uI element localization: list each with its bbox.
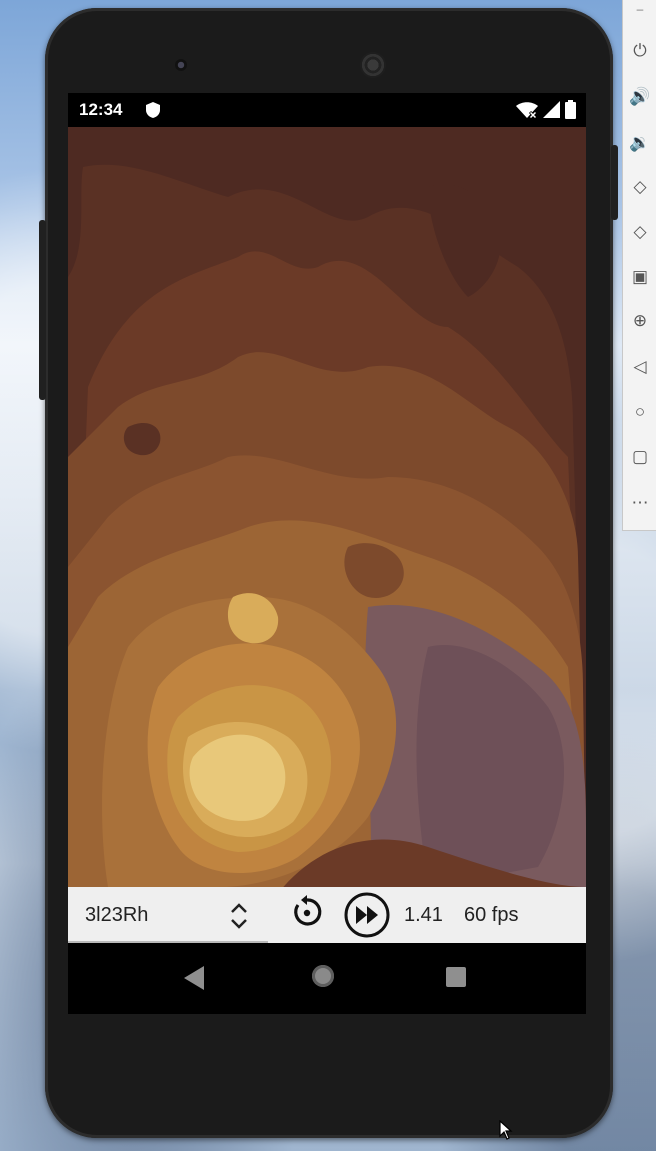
overview-icon[interactable]: ▢ [623,442,656,472]
shader-controls-bar: 3l23Rh 1.41 60 fps [68,887,586,943]
chevron-updown-icon[interactable] [228,900,250,932]
battery-icon [565,100,576,119]
back-icon[interactable]: ◁ [623,352,656,382]
phone-screen: 12:34 3l23Rh 1.41 60 fps [68,93,586,1014]
shader-name-field[interactable]: 3l23Rh [85,904,148,927]
volume-down-icon[interactable]: 🔉 [623,128,656,158]
shader-canvas[interactable] [68,127,586,887]
front-camera [175,59,187,71]
camera-icon[interactable]: ▣ [623,262,656,292]
recents-button[interactable] [446,967,466,987]
fps-counter: 60 fps [464,904,519,926]
rotate-left-icon[interactable]: ◇ [623,172,656,202]
navigation-bar [68,943,586,1014]
wifi-off-icon [516,101,538,119]
status-time: 12:34 [79,100,123,119]
mouse-cursor-icon [499,1120,513,1140]
status-bar: 12:34 [68,93,586,127]
zoom-icon[interactable]: ⊕ [623,306,656,336]
shield-icon [146,102,160,118]
phone-side-button[interactable] [39,220,46,400]
volume-up-icon[interactable]: 🔊 [623,82,656,112]
home-icon[interactable]: ○ [623,397,656,427]
earpiece-speaker [360,52,386,78]
rotate-right-icon[interactable]: ◇ [623,217,656,247]
phone-volume-button[interactable] [611,145,618,220]
fast-forward-icon[interactable] [343,891,391,939]
back-button[interactable] [182,965,206,991]
playback-speed: 1.41 [404,904,443,926]
home-button[interactable] [312,965,334,987]
cell-signal-icon [543,101,560,118]
emulator-toolbar: – ⏻ 🔊 🔉 ◇ ◇ ▣ ⊕ ◁ ○ ▢ ⋯ [622,0,656,531]
minimize-button[interactable]: – [623,0,656,22]
more-icon[interactable]: ⋯ [623,488,656,518]
power-icon[interactable]: ⏻ [623,36,656,66]
restart-icon[interactable] [290,895,324,929]
